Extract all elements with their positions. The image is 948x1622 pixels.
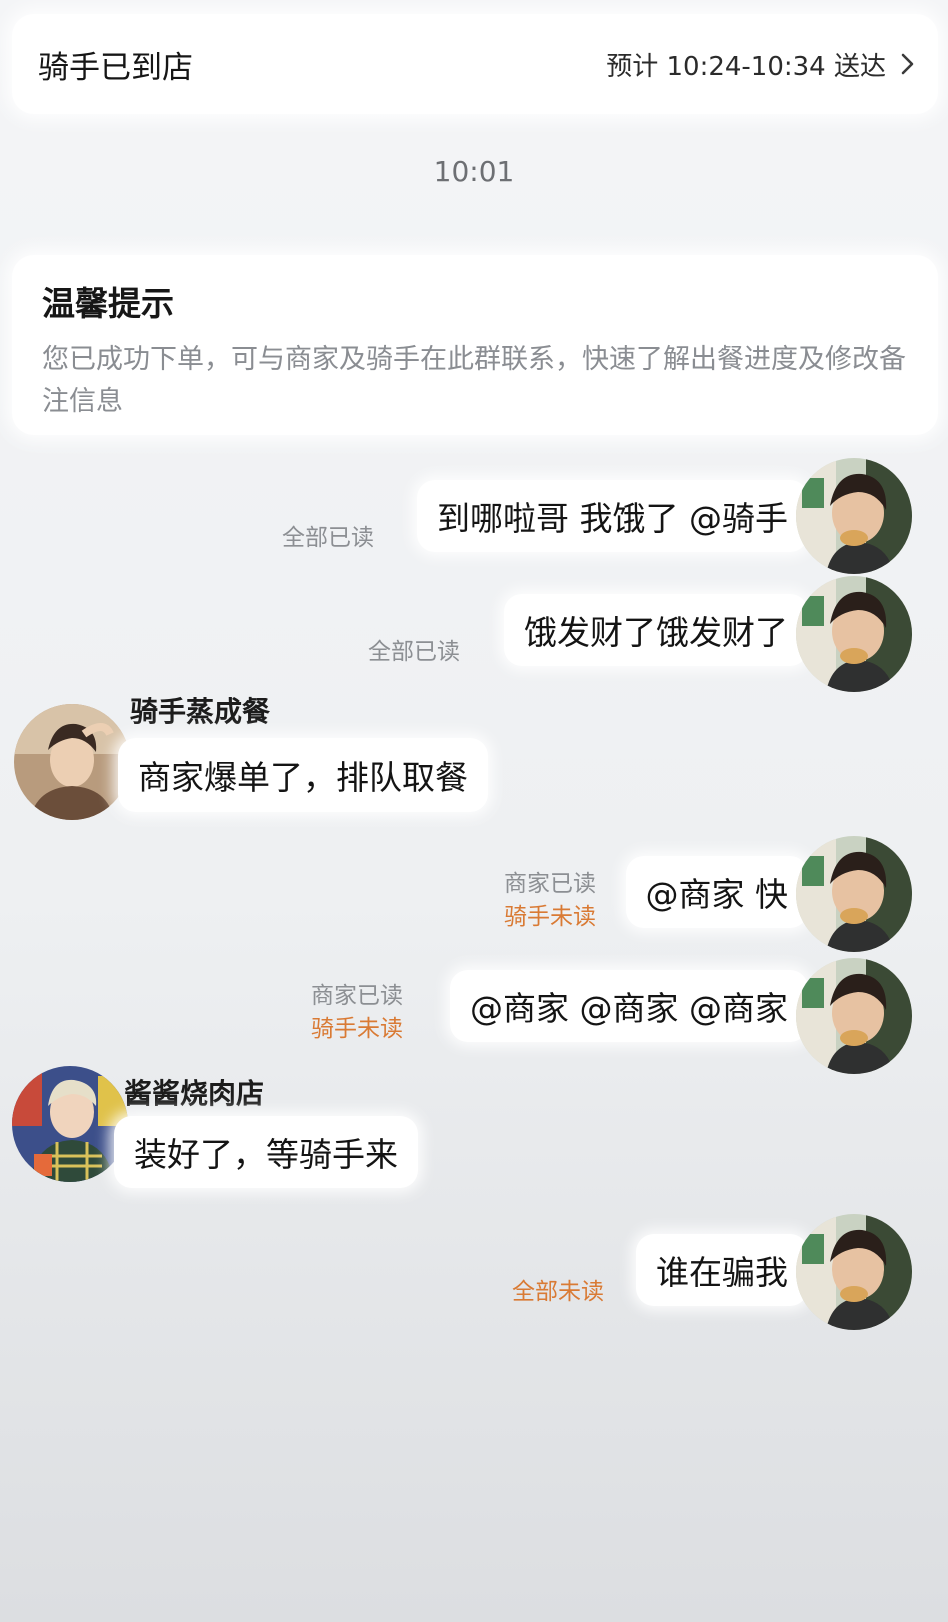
message-bubble[interactable]: 饿发财了饿发财了 bbox=[504, 594, 808, 666]
user-avatar[interactable] bbox=[796, 576, 912, 692]
user-avatar[interactable] bbox=[796, 1214, 912, 1330]
message-text: @商家 快 bbox=[645, 875, 789, 914]
user-avatar-image bbox=[796, 576, 912, 692]
notice-body: 您已成功下单，可与商家及骑手在此群联系，快速了解出餐进度及修改备注信息 bbox=[42, 344, 906, 417]
sender-name: 骑手蒸成餐 bbox=[130, 695, 271, 728]
rider-avatar-image bbox=[14, 704, 130, 820]
message-bubble[interactable]: 到哪啦哥 我饿了 @骑手 bbox=[417, 480, 808, 552]
notice-title: 温馨提示 bbox=[42, 284, 174, 323]
delivery-eta[interactable]: 预计 10:24-10:34 送达 bbox=[606, 46, 916, 83]
user-avatar[interactable] bbox=[796, 458, 912, 574]
unread-receipt: 全部未读 bbox=[512, 1279, 604, 1305]
message-text: 商家爆单了，排队取餐 bbox=[138, 758, 468, 797]
message-bubble[interactable]: 商家爆单了，排队取餐 bbox=[118, 738, 488, 812]
message-bubble[interactable]: 装好了，等骑手来 bbox=[114, 1116, 418, 1188]
user-avatar-image bbox=[796, 958, 912, 1074]
rider-avatar[interactable] bbox=[14, 704, 130, 820]
sender-name: 酱酱烧肉店 bbox=[124, 1077, 265, 1110]
user-avatar-image bbox=[796, 836, 912, 952]
message-bubble[interactable]: @商家 快 bbox=[625, 856, 808, 928]
delivery-eta-text: 预计 10:24-10:34 送达 bbox=[606, 51, 886, 82]
read-receipt: 商家已读 骑手未读 bbox=[504, 871, 596, 930]
user-avatar[interactable] bbox=[796, 958, 912, 1074]
user-avatar-image bbox=[796, 1214, 912, 1330]
user-avatar[interactable] bbox=[796, 836, 912, 952]
read-receipt: 全部已读 bbox=[368, 639, 460, 665]
message-bubble[interactable]: 谁在骗我 bbox=[636, 1234, 808, 1306]
message-text: 谁在骗我 bbox=[656, 1253, 788, 1292]
shop-avatar-image bbox=[12, 1066, 128, 1182]
message-text: @商家 @商家 @商家 bbox=[470, 989, 788, 1028]
order-status-card[interactable]: 骑手已到店 预计 10:24-10:34 送达 bbox=[12, 14, 938, 114]
user-avatar-image bbox=[796, 458, 912, 574]
chat-timestamp: 10:01 bbox=[433, 155, 515, 188]
message-bubble[interactable]: @商家 @商家 @商家 bbox=[450, 970, 808, 1042]
message-text: 到哪啦哥 我饿了 @骑手 bbox=[437, 499, 788, 538]
read-receipt: 全部已读 bbox=[282, 525, 374, 551]
notice-card: 温馨提示 您已成功下单，可与商家及骑手在此群联系，快速了解出餐进度及修改备注信息 bbox=[12, 255, 938, 435]
shop-avatar[interactable] bbox=[12, 1066, 128, 1182]
message-text: 饿发财了饿发财了 bbox=[524, 613, 788, 652]
order-status-title: 骑手已到店 bbox=[38, 49, 193, 86]
message-text: 装好了，等骑手来 bbox=[134, 1135, 398, 1174]
read-receipt: 商家已读 骑手未读 bbox=[311, 983, 403, 1042]
chevron-right-icon bbox=[901, 53, 914, 75]
